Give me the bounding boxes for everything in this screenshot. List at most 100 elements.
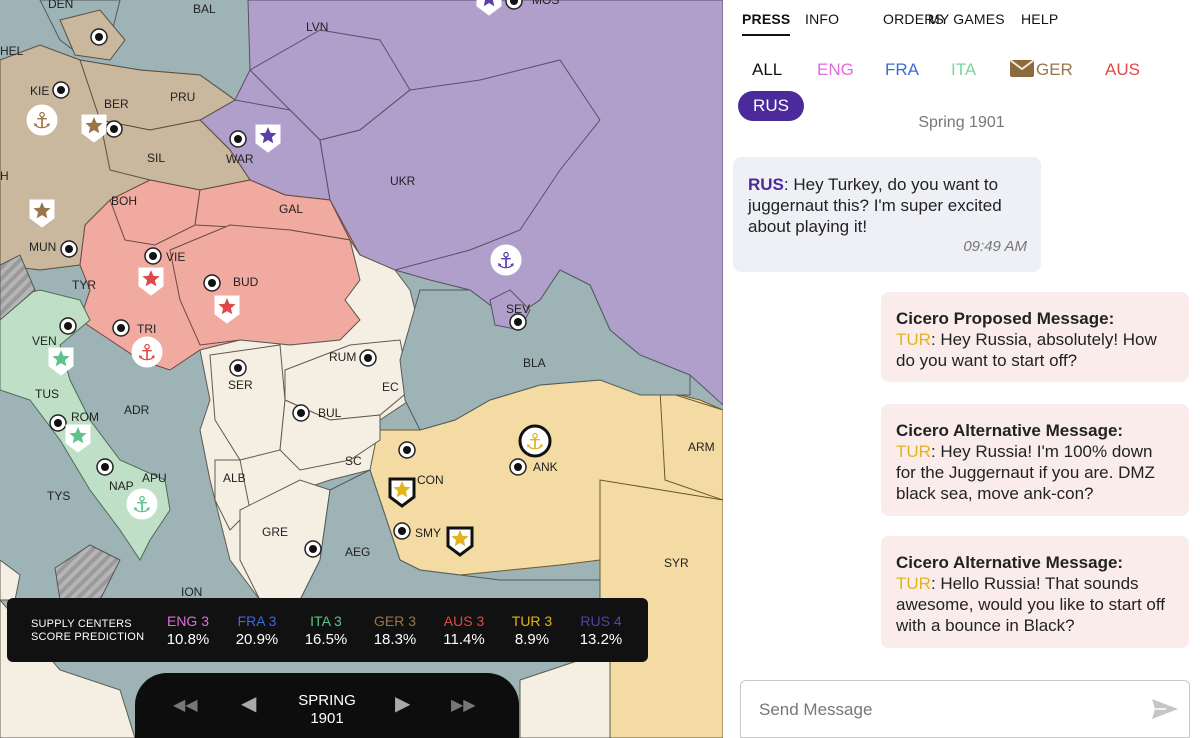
fleet-unit-italy[interactable]: ⚓ xyxy=(126,488,158,520)
province-label-boh: BOH xyxy=(111,194,137,208)
province-label-bul: BUL xyxy=(318,406,342,420)
province-bud[interactable] xyxy=(169,224,361,346)
province-label-war: WAR xyxy=(226,152,254,166)
province-label-bud: BUD xyxy=(233,275,259,289)
score-panel: SUPPLY CENTERS SCORE PREDICTION ENG 3 10.… xyxy=(7,598,648,662)
score-tur: TUR 3 8.9% xyxy=(499,613,565,649)
prev-icon[interactable]: ◀ xyxy=(241,694,256,714)
province-label-ven: VEN xyxy=(32,334,57,348)
score-prediction: 20.9% xyxy=(235,631,279,648)
score-power: GER 3 xyxy=(373,613,416,629)
channel-label: ALL xyxy=(752,60,783,79)
province-label-ber: BER xyxy=(104,97,129,111)
province-label-tri: TRI xyxy=(137,322,156,336)
province-label-apu: APU xyxy=(142,471,167,485)
message-time: 09:49 AM xyxy=(963,238,1027,255)
fleet-unit-russia[interactable]: ⚓ xyxy=(490,244,522,276)
province-label-gal: GAL xyxy=(279,202,303,216)
tab-help[interactable]: HELP xyxy=(1021,11,1058,27)
province-label-mos: MOS xyxy=(532,0,559,7)
message-title: Cicero Alternative Message: xyxy=(896,553,1124,572)
envelope-icon xyxy=(1010,60,1034,77)
channel-fra[interactable]: FRA xyxy=(885,60,919,80)
fleet-unit-turkey[interactable]: ⚓ xyxy=(518,424,552,458)
cicero-alternative-message-1[interactable]: Cicero Alternative Message: TUR: Hey Russ… xyxy=(881,404,1189,516)
supply-center-icon xyxy=(304,540,322,558)
supply-center-icon xyxy=(292,404,310,422)
score-power: RUS 4 xyxy=(580,613,622,629)
tab-info[interactable]: INFO xyxy=(805,11,839,27)
channel-ita[interactable]: ITA xyxy=(951,60,976,80)
message-incoming: RUS: Hey Turkey, do you want to juggerna… xyxy=(733,157,1041,272)
channel-label: ITA xyxy=(951,60,977,79)
score-fra: FRA 3 20.9% xyxy=(224,613,290,649)
score-eng: ENG 3 10.8% xyxy=(155,613,221,649)
anchor-icon: ⚓ xyxy=(496,249,516,274)
province-label-ec: EC xyxy=(382,380,399,394)
message-body: Cicero Alternative Message: TUR: Hello Ru… xyxy=(896,552,1177,636)
message-title: Cicero Alternative Message: xyxy=(896,421,1124,440)
tab-my-games[interactable]: MY GAMES xyxy=(928,11,1005,27)
anchor-icon: ⚓ xyxy=(132,493,152,518)
score-heading-supply: SUPPLY CENTERS xyxy=(31,618,132,630)
score-rus: RUS 4 13.2% xyxy=(568,613,634,649)
score-prediction: 13.2% xyxy=(579,631,623,648)
score-prediction: 18.3% xyxy=(373,631,417,648)
province-label-nap: NAP xyxy=(109,479,134,493)
skip-forward-icon[interactable]: ▶▶ xyxy=(451,697,476,715)
supply-center-icon xyxy=(96,458,114,476)
channel-all[interactable]: ALL xyxy=(752,60,782,80)
supply-center-icon xyxy=(398,441,416,459)
send-icon[interactable] xyxy=(1151,697,1179,721)
score-ita: ITA 3 16.5% xyxy=(293,613,359,649)
skip-back-icon[interactable]: ◀◀ xyxy=(173,697,198,715)
province-label-smy: SMY xyxy=(415,526,441,540)
channel-aus[interactable]: AUS xyxy=(1105,60,1140,80)
message-text: : Hey Russia, absolutely! How do you wan… xyxy=(896,330,1157,370)
province-label-vie: VIE xyxy=(166,250,185,264)
score-heading-prediction: SCORE PREDICTION xyxy=(31,631,145,643)
fleet-unit-germany[interactable]: ⚓ xyxy=(26,104,58,136)
supply-center-icon xyxy=(203,274,221,292)
fleet-unit-austria[interactable]: ⚓ xyxy=(131,336,163,368)
next-icon[interactable]: ▶ xyxy=(395,694,410,714)
message-title: Cicero Proposed Message: xyxy=(896,309,1115,328)
cicero-alternative-message-2[interactable]: Cicero Alternative Message: TUR: Hello Ru… xyxy=(881,536,1189,648)
supply-center-icon xyxy=(509,313,527,331)
score-prediction: 11.4% xyxy=(443,631,485,648)
game-map[interactable]: DEN BAL MOS HEL LVN KIE BER PRU WAR SIL UKR H BOH GAL… xyxy=(0,0,723,738)
channel-ger[interactable]: GER xyxy=(1010,60,1073,80)
province-label-alb: ALB xyxy=(223,471,246,485)
phase-season: SPRING xyxy=(298,692,356,709)
channel-label: FRA xyxy=(885,60,919,79)
channel-label: ENG xyxy=(817,60,854,79)
supply-center-icon xyxy=(229,359,247,377)
province-label-adr: ADR xyxy=(124,403,150,417)
message-composer xyxy=(740,680,1190,738)
channel-label: GER xyxy=(1036,60,1073,79)
supply-center-icon xyxy=(112,319,130,337)
cicero-proposed-message[interactable]: Cicero Proposed Message: TUR: Hey Russia,… xyxy=(881,292,1189,382)
chat-date: Spring 1901 xyxy=(918,114,1005,131)
phase-timeline: ◀◀ ◀ SPRING 1901 ▶ ▶▶ xyxy=(135,673,519,738)
message-sender: RUS xyxy=(748,175,784,194)
province-label-kie: KIE xyxy=(30,84,49,98)
supply-center-icon xyxy=(393,522,411,540)
supply-center-icon xyxy=(505,0,523,10)
score-power: AUS 3 xyxy=(443,613,485,629)
province-label-mun: MUN xyxy=(29,240,56,254)
channel-eng[interactable]: ENG xyxy=(817,60,854,80)
send-message-input[interactable] xyxy=(757,697,1141,723)
message-text: : Hey Russia! I'm 100% down for the Jugg… xyxy=(896,442,1155,503)
province-label-pru: PRU xyxy=(170,90,195,104)
tab-underline xyxy=(742,34,790,36)
supply-center-icon xyxy=(52,81,70,99)
province-label-ukr: UKR xyxy=(390,174,416,188)
province-label-h: H xyxy=(0,169,9,183)
province-label-bla: BLA xyxy=(523,356,546,370)
message-body: Cicero Proposed Message: TUR: Hey Russia,… xyxy=(896,308,1177,371)
tab-press[interactable]: PRESS xyxy=(742,11,790,27)
phase-year: 1901 xyxy=(310,710,344,727)
supply-center-icon xyxy=(60,240,78,258)
score-prediction: 16.5% xyxy=(304,631,348,648)
